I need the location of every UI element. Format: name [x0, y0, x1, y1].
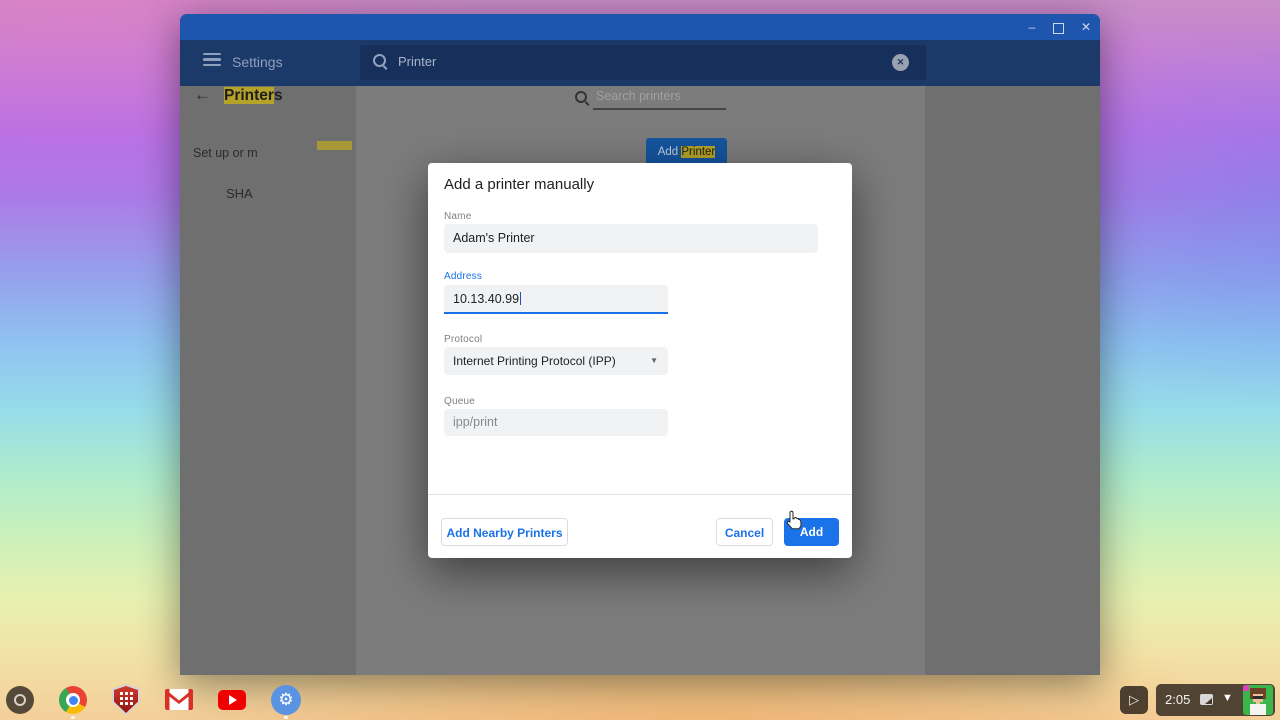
queue-label: Queue [444, 396, 476, 407]
back-arrow-icon[interactable]: ← [194, 85, 211, 105]
minimize-icon[interactable]: – [1024, 19, 1040, 35]
search-printers-underline [593, 108, 726, 110]
close-icon[interactable]: ✕ [1078, 19, 1094, 35]
highlight-fragment [317, 141, 352, 150]
youtube-icon[interactable] [218, 690, 246, 710]
heading-search-highlight: Printer [224, 87, 274, 104]
right-margin-dimmed [925, 86, 1100, 675]
gmail-icon[interactable] [165, 689, 193, 710]
play-store-notification-icon[interactable]: ▷ [1120, 686, 1148, 714]
clear-search-icon[interactable]: ✕ [892, 54, 909, 71]
window-titlebar[interactable]: – ✕ [180, 14, 1100, 40]
search-printers-icon [575, 91, 590, 106]
wifi-icon: ▼ [1222, 692, 1233, 704]
search-value: Printer [398, 54, 437, 69]
protocol-dropdown[interactable]: Internet Printing Protocol (IPP) ▼ [444, 347, 668, 375]
address-field[interactable]: 10.13.40.99 [444, 285, 668, 314]
hand-cursor-icon [786, 510, 803, 535]
chrome-running-indicator [71, 716, 75, 719]
setup-description: Set up or m [193, 146, 258, 160]
clock-label: 2:05 [1165, 692, 1191, 707]
app-title: Settings [232, 54, 283, 70]
add-printer-dialog: Add a printer manually Name Adam's Print… [428, 163, 852, 558]
page-title: Printers [224, 87, 283, 104]
settings-search-input[interactable]: Printer ✕ [360, 45, 926, 80]
user-avatar[interactable] [1243, 685, 1273, 715]
launcher-icon[interactable] [6, 686, 34, 714]
chrome-icon[interactable] [59, 686, 87, 714]
search-icon [373, 54, 388, 70]
settings-toolbar: Settings Printer ✕ [180, 40, 1100, 86]
chevron-down-icon: ▼ [650, 356, 658, 365]
protocol-label: Protocol [444, 334, 483, 345]
cancel-button[interactable]: Cancel [716, 518, 773, 546]
dialog-divider [428, 494, 852, 495]
nav-column-dimmed [180, 86, 356, 675]
search-printers-input[interactable]: Search printers [596, 89, 681, 103]
maximize-icon[interactable] [1053, 23, 1064, 34]
dialog-title: Add a printer manually [444, 176, 595, 193]
settings-running-indicator [284, 716, 288, 719]
settings-app-icon[interactable]: ⚙ [271, 685, 301, 715]
menu-icon[interactable] [203, 53, 221, 66]
name-field[interactable]: Adam's Printer [444, 224, 818, 253]
text-caret [520, 292, 522, 305]
address-label: Address [444, 271, 483, 282]
shield-app-icon[interactable] [112, 684, 140, 715]
add-nearby-printers-button[interactable]: Add Nearby Printers [441, 518, 568, 546]
queue-field[interactable]: ipp/print [444, 409, 668, 436]
cast-icon [1200, 694, 1213, 705]
printer-row-label: SHA [226, 186, 253, 201]
name-label: Name [444, 211, 472, 222]
